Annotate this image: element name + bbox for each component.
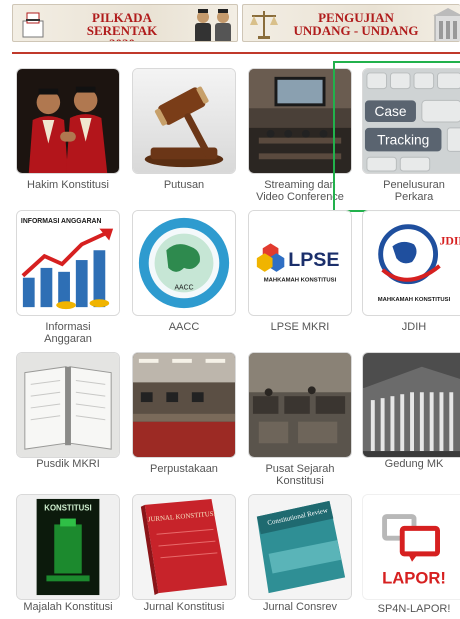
journal-cover-icon: JURNAL KONSTITUSI xyxy=(132,494,236,600)
magazine-cover-icon: KONSTITUSI xyxy=(16,494,120,600)
tile-label: LPSE MKRI xyxy=(270,321,330,333)
pengujian-banner-text: PENGUJIAN UNDANG - UNDANG xyxy=(293,10,419,38)
case-tracking-keyboard-icon: Case Tracking xyxy=(362,68,460,174)
aacc-text: AACC xyxy=(174,284,193,291)
tile-label: Penelusuran Perkara xyxy=(383,179,445,203)
tile-label: Perpustakaan xyxy=(150,463,218,475)
building-photo-icon xyxy=(362,352,460,458)
tile-label: Pusat Sejarah Konstitusi xyxy=(265,463,335,487)
people-icon xyxy=(195,9,231,41)
majalah-title-text: KONSTITUSI xyxy=(44,504,91,513)
lapor-text: LAPOR! xyxy=(382,568,446,587)
budget-header-text: INFORMASI ANGGARAN xyxy=(21,218,102,225)
tile-label: Informasi Anggaran xyxy=(44,321,92,345)
tile-label: Gedung MK xyxy=(384,458,444,470)
lpse-logo-icon: LPSE MAHKAMAH KONSTITUSI xyxy=(248,210,352,316)
header-divider xyxy=(12,52,460,54)
aacc-logo-icon: AACC xyxy=(132,210,236,316)
tile-label: Jurnal Konstitusi xyxy=(143,601,225,613)
tile-label: Streaming dan Video Conference xyxy=(256,179,344,203)
gavel-photo-icon xyxy=(132,68,236,174)
tile-label: Jurnal Consrev xyxy=(263,601,337,613)
tile-label: JDIH xyxy=(401,321,427,333)
book-photo-icon xyxy=(16,352,120,458)
lpse-subtitle: MAHKAMAH KONSTITUSI xyxy=(264,278,337,284)
courtroom-photo-icon xyxy=(248,68,352,174)
consrev-cover-icon: Constitutional Review xyxy=(248,494,352,600)
ballot-box-icon xyxy=(22,12,44,38)
jdih-logo-icon: JDIH MAHKAMAH KONSTITUSI xyxy=(362,210,460,316)
budget-chart-icon: INFORMASI ANGGARAN xyxy=(16,210,120,316)
scales-icon xyxy=(250,11,278,39)
lapor-logo-icon: LAPOR! xyxy=(362,494,460,600)
judges-photo-icon xyxy=(16,68,120,174)
museum-photo-icon xyxy=(248,352,352,458)
tile-label: Pusdik MKRI xyxy=(36,458,100,470)
building-icon xyxy=(433,8,460,41)
case-key-text: Case xyxy=(374,104,406,119)
jdih-text: JDIH xyxy=(440,234,460,247)
pilkada-banner-text: PILKADA SERENTAK2020 xyxy=(86,10,158,41)
tracking-key-text: Tracking xyxy=(377,133,429,148)
pengujian-banner[interactable]: PENGUJIAN UNDANG - UNDANG xyxy=(242,4,460,42)
tile-label: SP4N-LAPOR! xyxy=(377,603,451,615)
library-photo-icon xyxy=(132,352,236,458)
tile-label: AACC xyxy=(168,321,200,333)
jdih-subtitle: MAHKAMAH KONSTITUSI xyxy=(378,297,451,303)
pilkada-banner[interactable]: PILKADA SERENTAK2020 xyxy=(12,4,238,42)
tile-label: Hakim Konstitusi xyxy=(27,179,109,191)
lpse-text: LPSE xyxy=(288,249,339,271)
tile-label: Majalah Konstitusi xyxy=(23,601,113,613)
tile-label: Putusan xyxy=(163,179,205,191)
